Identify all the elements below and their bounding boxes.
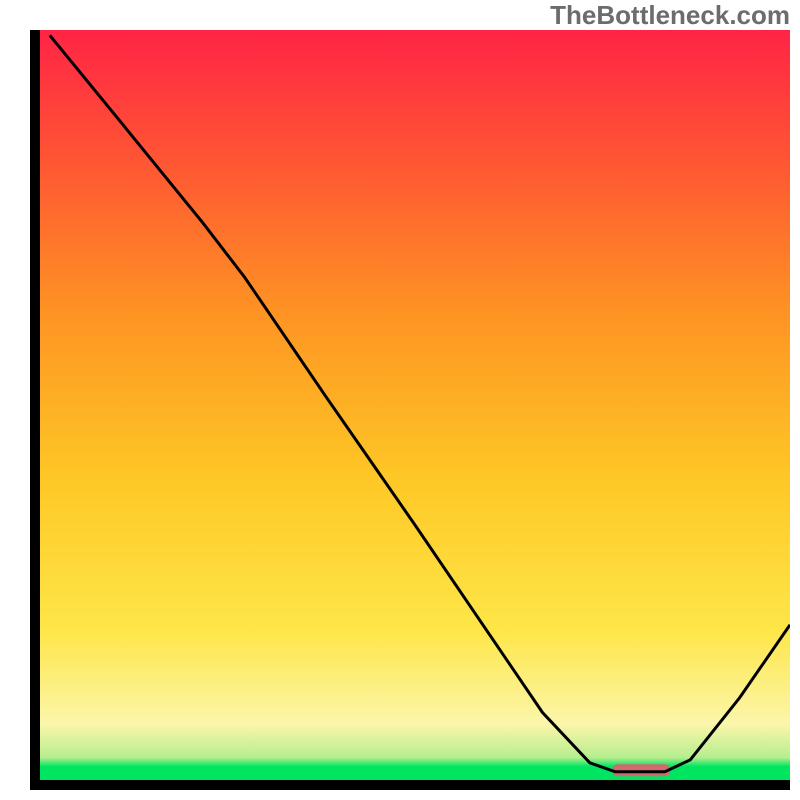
plot-area (40, 30, 790, 780)
plot-axes (30, 30, 790, 790)
gradient-background (40, 30, 790, 780)
chart-svg (40, 30, 790, 780)
watermark-text: TheBottleneck.com (550, 0, 790, 31)
chart-frame: TheBottleneck.com (0, 0, 800, 800)
